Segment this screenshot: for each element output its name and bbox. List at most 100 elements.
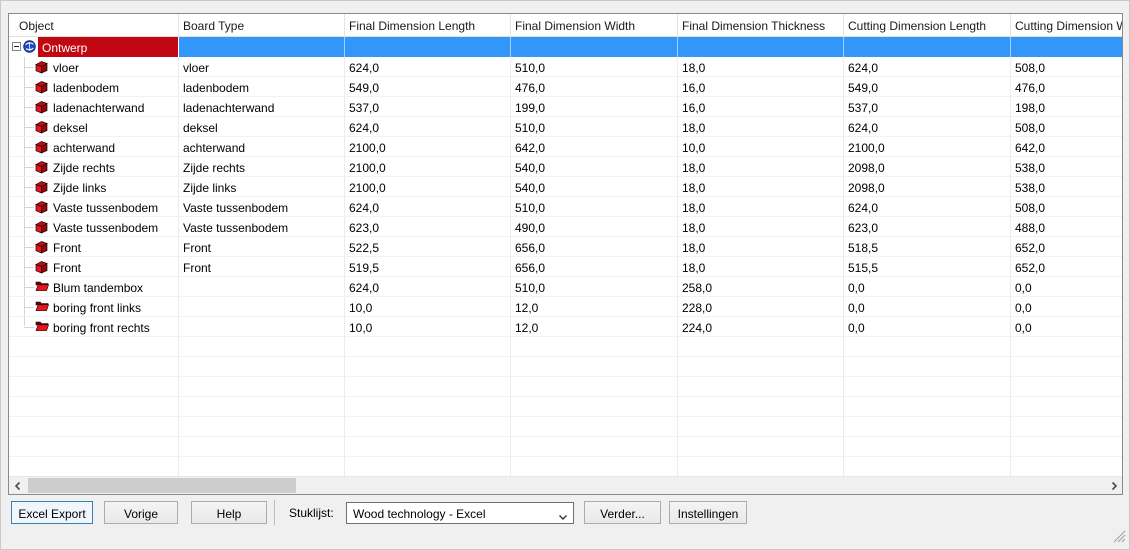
table-row[interactable]: vloervloer624,0510,018,0624,0508,0: [9, 57, 1122, 77]
column-header-board-type[interactable]: Board Type: [179, 14, 345, 37]
stuklijst-dropdown[interactable]: Wood technology - Excel: [346, 502, 574, 524]
cutting-length-cell: 0,0: [844, 277, 1011, 297]
cutting-width-cell: 652,0: [1011, 257, 1122, 277]
board-type-cell: [179, 277, 345, 297]
empty-cell: [345, 457, 511, 477]
column-header-cutting-dimension-width[interactable]: Cutting Dimension Width: [1011, 14, 1122, 37]
empty-cell: [179, 397, 345, 417]
table-row[interactable]: achterwandachterwand2100,0642,010,02100,…: [9, 137, 1122, 157]
object-label: Vaste tussenbodem: [53, 201, 158, 215]
column-header-object[interactable]: Object: [9, 14, 179, 37]
empty-cell: [9, 357, 179, 377]
panel-cube-icon: [35, 260, 48, 277]
object-cell: achterwand: [9, 137, 179, 157]
object-cell: vloer: [9, 57, 179, 77]
table-row[interactable]: Blum tandembox624,0510,0258,00,00,0: [9, 277, 1122, 297]
object-cell[interactable]: Ontwerp: [9, 37, 179, 57]
column-header-final-dimension-length[interactable]: Final Dimension Length: [345, 14, 511, 37]
final-length-cell: 624,0: [345, 117, 511, 137]
cutting-width-cell: 508,0: [1011, 57, 1122, 77]
final-length-cell: 537,0: [345, 97, 511, 117]
selected-empty-cell: [678, 37, 844, 57]
cutting-length-cell: 2098,0: [844, 157, 1011, 177]
empty-cell: [179, 337, 345, 357]
column-header-final-dimension-thickness[interactable]: Final Dimension Thickness: [678, 14, 844, 37]
table-row[interactable]: dekseldeksel624,0510,018,0624,0508,0: [9, 117, 1122, 137]
cutting-width-cell: 652,0: [1011, 237, 1122, 257]
empty-cell: [345, 337, 511, 357]
final-length-cell: 519,5: [345, 257, 511, 277]
table-row[interactable]: FrontFront522,5656,018,0518,5652,0: [9, 237, 1122, 257]
verder-button[interactable]: Verder...: [584, 501, 661, 524]
board-type-cell: Vaste tussenbodem: [179, 197, 345, 217]
empty-cell: [678, 337, 844, 357]
table-row[interactable]: Zijde linksZijde links2100,0540,018,0209…: [9, 177, 1122, 197]
empty-cell: [511, 357, 678, 377]
final-length-cell: 10,0: [345, 297, 511, 317]
horizontal-scrollbar[interactable]: [9, 476, 1122, 494]
grid-header: ObjectBoard TypeFinal Dimension LengthFi…: [9, 14, 1122, 37]
root-row-label[interactable]: Ontwerp: [38, 37, 179, 57]
instellingen-button[interactable]: Instellingen: [669, 501, 747, 524]
final-thickness-cell: 18,0: [678, 257, 844, 277]
empty-cell: [844, 437, 1011, 457]
empty-cell: [678, 457, 844, 477]
resize-grip-icon[interactable]: [1113, 530, 1126, 546]
table-row[interactable]: Zijde rechtsZijde rechts2100,0540,018,02…: [9, 157, 1122, 177]
object-label: achterwand: [53, 141, 115, 155]
object-label: ladenachterwand: [53, 101, 144, 115]
tree-connector-line: [24, 87, 34, 88]
table-row[interactable]: boring front links10,012,0228,00,00,0: [9, 297, 1122, 317]
final-thickness-cell: 16,0: [678, 97, 844, 117]
object-cell: Zijde rechts: [9, 157, 179, 177]
final-width-cell: 656,0: [511, 237, 678, 257]
tree-connector-line: [24, 127, 34, 128]
panel-cube-icon: [35, 120, 48, 137]
operation-folder-icon: [35, 280, 49, 295]
panel-cube-icon: [35, 80, 48, 97]
empty-cell: [511, 437, 678, 457]
cutting-width-cell: 476,0: [1011, 77, 1122, 97]
chevron-down-icon: [558, 510, 568, 524]
excel-export-button[interactable]: Excel Export: [11, 501, 93, 524]
cutting-length-cell: 624,0: [844, 197, 1011, 217]
vorige-button[interactable]: Vorige: [104, 501, 178, 524]
table-row[interactable]: boring front rechts10,012,0224,00,00,0: [9, 317, 1122, 337]
final-length-cell: 624,0: [345, 197, 511, 217]
final-thickness-cell: 18,0: [678, 57, 844, 77]
final-width-cell: 656,0: [511, 257, 678, 277]
object-cell: Front: [9, 257, 179, 277]
table-row[interactable]: Vaste tussenbodemVaste tussenbodem624,05…: [9, 197, 1122, 217]
object-cell: Zijde links: [9, 177, 179, 197]
column-header-final-dimension-width[interactable]: Final Dimension Width: [511, 14, 678, 37]
tree-connector-line: [24, 327, 34, 328]
table-row[interactable]: ladenbodemladenbodem549,0476,016,0549,04…: [9, 77, 1122, 97]
final-width-cell: 540,0: [511, 157, 678, 177]
help-button[interactable]: Help: [191, 501, 267, 524]
empty-cell: [678, 357, 844, 377]
table-row[interactable]: Vaste tussenbodemVaste tussenbodem623,04…: [9, 217, 1122, 237]
object-cell: ladenbodem: [9, 77, 179, 97]
cutting-width-cell: 538,0: [1011, 157, 1122, 177]
table-row[interactable]: ladenachterwandladenachterwand537,0199,0…: [9, 97, 1122, 117]
final-thickness-cell: 18,0: [678, 157, 844, 177]
chevron-right-icon[interactable]: [1105, 477, 1122, 494]
empty-cell: [678, 417, 844, 437]
scrollbar-thumb[interactable]: [28, 478, 296, 493]
cutting-length-cell: 515,5: [844, 257, 1011, 277]
column-header-cutting-dimension-length[interactable]: Cutting Dimension Length: [844, 14, 1011, 37]
object-label: Zijde links: [53, 181, 106, 195]
tree-root-row[interactable]: Ontwerp: [9, 37, 1122, 57]
board-type-cell: Zijde rechts: [179, 157, 345, 177]
empty-cell: [844, 337, 1011, 357]
empty-row: [9, 397, 1122, 417]
chevron-left-icon[interactable]: [9, 477, 26, 494]
table-row[interactable]: FrontFront519,5656,018,0515,5652,0: [9, 257, 1122, 277]
tree-connector-line: [24, 107, 34, 108]
panel-cube-icon: [35, 200, 48, 217]
final-width-cell: 510,0: [511, 117, 678, 137]
empty-cell: [844, 397, 1011, 417]
collapse-minus-icon[interactable]: [12, 42, 21, 51]
cutting-width-cell: 0,0: [1011, 297, 1122, 317]
final-thickness-cell: 16,0: [678, 77, 844, 97]
